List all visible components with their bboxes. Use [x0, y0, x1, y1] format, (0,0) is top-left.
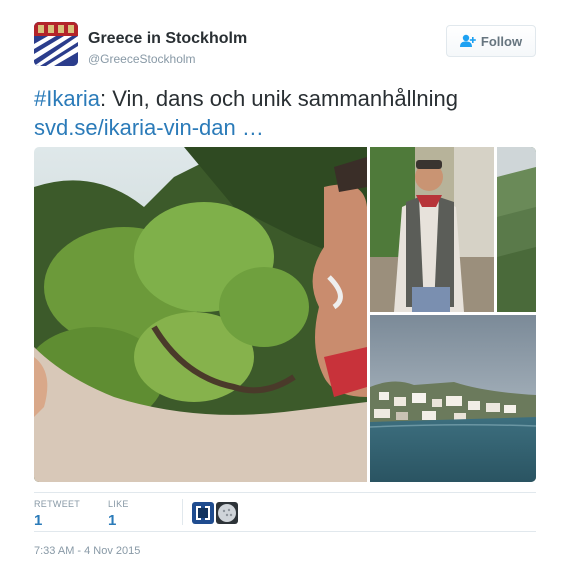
avatar[interactable] [34, 22, 78, 66]
article-link[interactable]: svd.se/ikaria-vin-dan … [34, 115, 264, 140]
tweet-timestamp[interactable]: 7:33 AM - 4 Nov 2015 [34, 545, 140, 557]
tweet-stats: RETWEET 1 LIKE 1 [34, 492, 536, 532]
like-count[interactable]: 1 [108, 512, 129, 529]
tweet-body: : Vin, dans och unik sammanhållning [100, 86, 458, 111]
account-name[interactable]: Greece in Stockholm [88, 30, 247, 48]
follow-label: Follow [480, 33, 523, 49]
stats-divider [182, 499, 183, 525]
follow-button[interactable]: Follow [446, 25, 536, 57]
media-photo-portrait[interactable] [370, 147, 494, 312]
media-photo-landscape[interactable] [497, 147, 536, 312]
media-grid[interactable] [34, 147, 536, 482]
account-handle[interactable]: @GreeceStockholm [88, 52, 196, 66]
like-stat[interactable]: LIKE 1 [108, 499, 129, 529]
like-label: LIKE [108, 499, 129, 509]
liker-avatar[interactable] [192, 502, 214, 524]
tweet-text: #Ikaria: Vin, dans och unik sammanhållni… [34, 84, 544, 142]
person-add-icon [459, 34, 476, 48]
retweet-label: RETWEET [34, 499, 81, 509]
retweet-stat[interactable]: RETWEET 1 [34, 499, 80, 529]
likers-avatars [192, 502, 238, 524]
hashtag-link[interactable]: #Ikaria [34, 86, 100, 111]
liker-avatar[interactable] [216, 502, 238, 524]
retweet-count[interactable]: 1 [34, 512, 80, 529]
media-photo-vineyard[interactable] [34, 147, 367, 482]
tweet-header: Greece in Stockholm @GreeceStockholm Fol… [34, 22, 536, 70]
media-photo-village[interactable] [369, 315, 536, 482]
